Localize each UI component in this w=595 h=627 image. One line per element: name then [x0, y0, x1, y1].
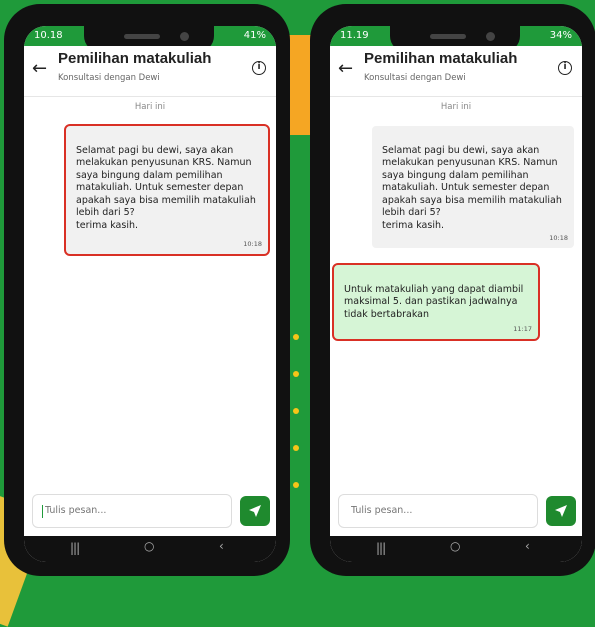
chat-screen: 11.19 34% ← Pemilihan matakuliah Konsult…	[330, 26, 582, 562]
message-time: 11:17	[513, 324, 532, 333]
chat-screen: 10.18 41% ← Pemilihan matakuliah Konsult…	[24, 26, 276, 562]
sent-message-bubble: Selamat pagi bu dewi, saya akan melakuka…	[372, 126, 574, 248]
date-label: Hari ini	[440, 102, 472, 112]
recents-button[interactable]: |||	[70, 541, 80, 555]
message-input[interactable]	[349, 504, 533, 517]
message-time: 10:18	[243, 239, 262, 248]
send-button[interactable]	[240, 496, 270, 526]
message-time: 10:18	[549, 233, 568, 242]
back-arrow-icon[interactable]: ←	[32, 58, 47, 79]
message-input-box[interactable]	[338, 494, 538, 528]
send-icon	[249, 505, 261, 517]
send-button[interactable]	[546, 496, 576, 526]
system-nav-bar: ||| ○ ‹	[24, 536, 276, 562]
phone-left: 10.18 41% ← Pemilihan matakuliah Konsult…	[4, 4, 290, 576]
message-input-box[interactable]	[32, 494, 232, 528]
status-time: 11.19	[340, 30, 369, 41]
message-input[interactable]	[43, 504, 227, 517]
status-time: 10.18	[34, 30, 63, 41]
recents-button[interactable]: |||	[376, 541, 386, 555]
battery-level: 34%	[549, 30, 572, 41]
chat-subtitle: Konsultasi dengan Dewi	[58, 73, 160, 83]
sent-message-bubble: Selamat pagi bu dewi, saya akan melakuka…	[64, 124, 270, 256]
system-nav-bar: ||| ○ ‹	[330, 536, 582, 562]
page-title: Pemilihan matakuliah	[364, 50, 518, 67]
decorative-dot	[293, 482, 299, 488]
message-text: Untuk matakuliah yang dapat diambil maks…	[344, 283, 524, 320]
chat-subtitle: Konsultasi dengan Dewi	[364, 73, 466, 83]
decorative-dot	[293, 445, 299, 451]
message-text: Selamat pagi bu dewi, saya akan melakuka…	[382, 144, 562, 231]
phone-right: 11.19 34% ← Pemilihan matakuliah Konsult…	[310, 4, 595, 576]
home-button[interactable]: ○	[450, 539, 460, 553]
home-button[interactable]: ○	[144, 539, 154, 553]
chat-header: ← Pemilihan matakuliah Konsultasi dengan…	[330, 46, 582, 97]
nav-back-button[interactable]: ‹	[525, 539, 530, 553]
date-label: Hari ini	[134, 102, 166, 112]
decorative-dot	[293, 334, 299, 340]
page-title: Pemilihan matakuliah	[58, 50, 212, 67]
back-arrow-icon[interactable]: ←	[338, 58, 353, 79]
nav-back-button[interactable]: ‹	[219, 539, 224, 553]
decorative-dot	[293, 371, 299, 377]
message-text: Selamat pagi bu dewi, saya akan melakuka…	[76, 144, 256, 231]
info-icon[interactable]: i	[252, 61, 266, 75]
decorative-dot	[293, 408, 299, 414]
send-icon	[555, 505, 567, 517]
info-icon[interactable]: i	[558, 61, 572, 75]
received-message-bubble: Untuk matakuliah yang dapat diambil maks…	[332, 263, 540, 341]
chat-header: ← Pemilihan matakuliah Konsultasi dengan…	[24, 46, 276, 97]
battery-level: 41%	[243, 30, 266, 41]
